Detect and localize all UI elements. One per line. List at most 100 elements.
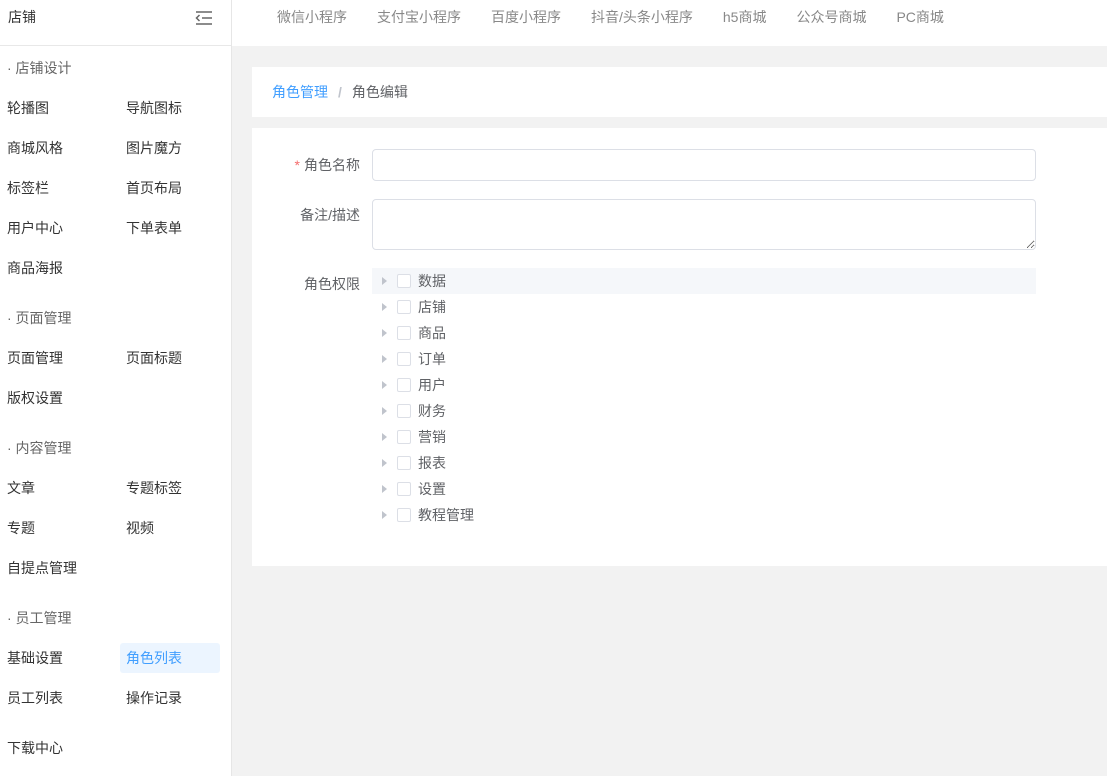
sidebar-item-page-management[interactable]: 页面管理	[1, 343, 101, 373]
tree-node-marketing[interactable]: 营销	[372, 424, 1036, 450]
caret-right-icon[interactable]	[372, 450, 396, 476]
tree-node-label: 订单	[418, 351, 446, 367]
tab-wechat-miniprogram[interactable]: 微信小程序	[262, 0, 362, 46]
tree-node-finance[interactable]: 财务	[372, 398, 1036, 424]
tab-alipay-miniprogram[interactable]: 支付宝小程序	[362, 0, 476, 46]
role-name-label: * 角色名称	[252, 149, 372, 181]
sidebar-item-user-center[interactable]: 用户中心	[1, 213, 101, 243]
tree-node-label: 用户	[418, 377, 446, 393]
tree-checkbox[interactable]	[397, 456, 411, 470]
caret-right-icon[interactable]	[372, 268, 396, 294]
tab-douyin-toutiao-miniprogram[interactable]: 抖音/头条小程序	[576, 0, 708, 46]
breadcrumb-role-management-link[interactable]: 角色管理	[272, 84, 328, 100]
permissions-tree: 数据 店铺 商品 订单 用户 财务 营销 报表 设置 教程管理	[372, 268, 1036, 528]
sidebar-item-grid: 基础设置 角色列表 员工列表 操作记录	[0, 638, 231, 718]
tree-node-store[interactable]: 店铺	[372, 294, 1036, 320]
sidebar-item-grid: 页面管理 页面标题 版权设置	[0, 338, 231, 418]
sidebar-footer: 下载中心	[0, 728, 231, 768]
role-name-input[interactable]	[372, 149, 1036, 181]
sidebar-item-home-layout[interactable]: 首页布局	[120, 173, 220, 203]
caret-right-icon[interactable]	[372, 398, 396, 424]
sidebar-item-image-cube[interactable]: 图片魔方	[120, 133, 220, 163]
tree-checkbox[interactable]	[397, 482, 411, 496]
sidebar-item-basic-settings[interactable]: 基础设置	[1, 643, 101, 673]
tree-node-orders[interactable]: 订单	[372, 346, 1036, 372]
sidebar-item-product-poster[interactable]: 商品海报	[1, 253, 101, 283]
tree-node-label: 商品	[418, 325, 446, 341]
sidebar-item-mall-style[interactable]: 商城风格	[1, 133, 101, 163]
tab-pc-mall[interactable]: PC商城	[881, 0, 958, 46]
sidebar-item-copyright-settings[interactable]: 版权设置	[1, 383, 101, 413]
tree-node-label: 财务	[418, 403, 446, 419]
platform-tabs: 微信小程序 支付宝小程序 百度小程序 抖音/头条小程序 h5商城 公众号商城 P…	[232, 0, 1107, 46]
sidebar-item-topics[interactable]: 专题	[1, 513, 101, 543]
sidebar-title: 店铺	[8, 9, 36, 25]
sidebar-item-role-list[interactable]: 角色列表	[120, 643, 220, 673]
main-content: 角色管理 / 角色编辑 * 角色名称 备注/描述 角色权限 数据 店铺 商品 订…	[232, 46, 1107, 776]
sidebar-item-download-center[interactable]: 下载中心	[1, 733, 101, 763]
sidebar-section-title: · 内容管理	[7, 440, 72, 456]
tree-node-users[interactable]: 用户	[372, 372, 1036, 398]
sidebar-item-articles[interactable]: 文章	[1, 473, 101, 503]
caret-right-icon[interactable]	[372, 502, 396, 528]
tree-node-label: 报表	[418, 455, 446, 471]
sidebar-item-order-form[interactable]: 下单表单	[120, 213, 220, 243]
caret-right-icon[interactable]	[372, 294, 396, 320]
tree-node-label: 店铺	[418, 299, 446, 315]
tree-checkbox[interactable]	[397, 404, 411, 418]
remark-textarea[interactable]	[372, 199, 1036, 250]
tree-checkbox[interactable]	[397, 508, 411, 522]
sidebar-item-pickup-points[interactable]: 自提点管理	[1, 553, 101, 583]
sidebar-item-topic-tags[interactable]: 专题标签	[120, 473, 220, 503]
sidebar-nav: · 店铺设计 轮播图 导航图标 商城风格 图片魔方 标签栏 首页布局 用户中心 …	[0, 46, 231, 768]
tree-checkbox[interactable]	[397, 430, 411, 444]
sidebar-section-title: · 页面管理	[7, 310, 72, 326]
sidebar-section-title: · 店铺设计	[7, 60, 72, 76]
breadcrumb: 角色管理 / 角色编辑	[252, 67, 1107, 117]
sidebar-item-carousel[interactable]: 轮播图	[1, 93, 101, 123]
tree-checkbox[interactable]	[397, 300, 411, 314]
tree-checkbox[interactable]	[397, 352, 411, 366]
form-row-role-name: * 角色名称	[252, 149, 1107, 181]
form-row-permissions: 角色权限 数据 店铺 商品 订单 用户 财务 营销 报表 设置 教程管理	[252, 268, 1107, 528]
tree-checkbox[interactable]	[397, 326, 411, 340]
sidebar-section-title: · 员工管理	[7, 610, 72, 626]
tree-node-settings[interactable]: 设置	[372, 476, 1036, 502]
caret-right-icon[interactable]	[372, 372, 396, 398]
caret-right-icon[interactable]	[372, 346, 396, 372]
tree-node-tutorials[interactable]: 教程管理	[372, 502, 1036, 528]
sidebar-item-page-title[interactable]: 页面标题	[120, 343, 220, 373]
role-name-label-text: 角色名称	[304, 157, 360, 173]
tree-checkbox[interactable]	[397, 378, 411, 392]
caret-right-icon[interactable]	[372, 476, 396, 502]
sidebar-item-operation-log[interactable]: 操作记录	[120, 683, 220, 713]
tree-node-label: 设置	[418, 481, 446, 497]
sidebar: 店铺 · 店铺设计 轮播图 导航图标 商城风格 图片魔方 标签栏 首页布局 用户…	[0, 0, 232, 776]
tree-node-label: 数据	[418, 273, 446, 289]
tab-official-account-mall[interactable]: 公众号商城	[781, 0, 881, 46]
tree-node-goods[interactable]: 商品	[372, 320, 1036, 346]
permissions-label: 角色权限	[304, 276, 360, 292]
sidebar-item-tab-bar[interactable]: 标签栏	[1, 173, 101, 203]
sidebar-item-grid: 文章 专题标签 专题 视频 自提点管理	[0, 468, 231, 588]
menu-fold-icon[interactable]	[195, 10, 213, 26]
caret-right-icon[interactable]	[372, 424, 396, 450]
sidebar-item-grid: 轮播图 导航图标 商城风格 图片魔方 标签栏 首页布局 用户中心 下单表单 商品…	[0, 88, 231, 288]
remark-control	[372, 199, 1036, 250]
caret-right-icon[interactable]	[372, 320, 396, 346]
tree-node-label: 教程管理	[418, 507, 474, 523]
role-edit-form: * 角色名称 备注/描述 角色权限 数据 店铺 商品 订单 用户 财务 营销 报…	[252, 128, 1107, 566]
sidebar-section-page-management: · 页面管理 页面管理 页面标题 版权设置	[0, 298, 231, 418]
tree-node-data[interactable]: 数据	[372, 268, 1036, 294]
sidebar-item-videos[interactable]: 视频	[120, 513, 220, 543]
sidebar-item-nav-icons[interactable]: 导航图标	[120, 93, 220, 123]
sidebar-item-staff-list[interactable]: 员工列表	[1, 683, 101, 713]
tab-baidu-miniprogram[interactable]: 百度小程序	[476, 0, 576, 46]
tree-node-reports[interactable]: 报表	[372, 450, 1036, 476]
tree-checkbox[interactable]	[397, 274, 411, 288]
sidebar-section-store-design: · 店铺设计 轮播图 导航图标 商城风格 图片魔方 标签栏 首页布局 用户中心 …	[0, 48, 231, 288]
breadcrumb-separator: /	[338, 84, 342, 100]
tab-h5-mall[interactable]: h5商城	[708, 0, 782, 46]
required-mark: *	[294, 157, 300, 173]
tree-node-label: 营销	[418, 429, 446, 445]
